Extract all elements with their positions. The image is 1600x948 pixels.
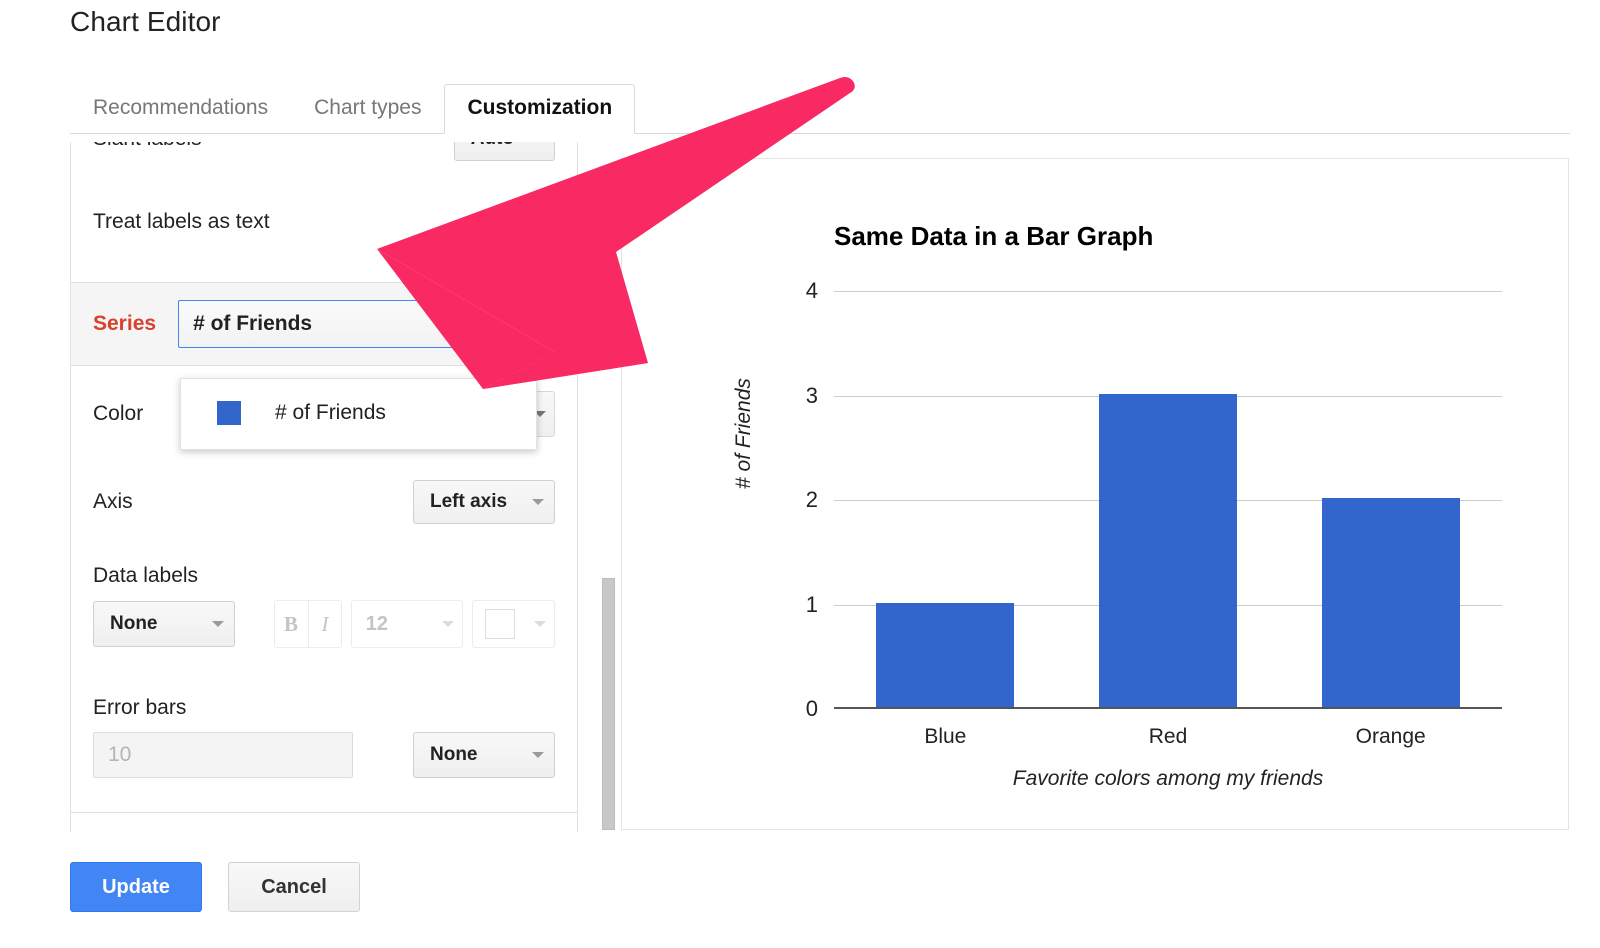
font-size-dropdown[interactable]: 12: [350, 600, 463, 648]
chart-x-tick-label: Blue: [924, 725, 967, 748]
series-option-item[interactable]: # of Friends: [181, 391, 536, 435]
cancel-button[interactable]: Cancel: [228, 862, 360, 912]
chart-bar[interactable]: [1098, 393, 1238, 707]
chevron-down-icon: [532, 752, 544, 758]
data-labels-type-value: None: [110, 613, 158, 634]
chart-title: Same Data in a Bar Graph: [834, 221, 1154, 251]
text-color-swatch: [485, 609, 516, 639]
chart-x-tick-label: Orange: [1355, 725, 1426, 748]
setting-row-slant-labels: Slant labels Auto: [93, 142, 555, 162]
setting-row-axis: Axis Left axis: [93, 462, 555, 542]
error-bars-type-dropdown[interactable]: None: [413, 732, 555, 778]
chart-bar[interactable]: [1321, 498, 1460, 707]
setting-row-series: Series # of Friends: [93, 283, 555, 365]
chart-preview-panel: Same Data in a Bar Graph # of Friends 4 3…: [621, 158, 1569, 830]
check-icon: [526, 205, 551, 230]
chevron-down-icon: [212, 621, 224, 627]
treat-labels-as-text-checkbox[interactable]: [526, 205, 555, 236]
slant-labels-dropdown[interactable]: Auto: [453, 142, 555, 161]
series-option-label: # of Friends: [275, 401, 386, 424]
bold-button[interactable]: B: [274, 601, 309, 647]
tab-bar: Recommendations Chart types Customizatio…: [70, 84, 1570, 134]
chart-plot-area: 4 3 2 1 0 Blue Red Orange: [806, 278, 1502, 748]
chart-y-tick-label: 0: [805, 696, 818, 721]
chart-gridline: [834, 291, 1502, 292]
setting-row-treat-labels-as-text: Treat labels as text: [93, 162, 555, 282]
update-button[interactable]: Update: [70, 862, 202, 912]
settings-scrollbar-thumb[interactable]: [602, 578, 615, 830]
tab-recommendations[interactable]: Recommendations: [70, 84, 291, 134]
setting-block-error-bars: Error bars 10 None: [93, 668, 555, 812]
chevron-down-icon: [532, 499, 544, 505]
axis-settings-card: Slant labels Auto Treat labels as text: [71, 142, 577, 283]
axis-dropdown[interactable]: Left axis: [413, 480, 555, 524]
page-title: Chart Editor: [70, 6, 221, 37]
setting-block-data-labels: Data labels None B I 12: [93, 542, 555, 668]
chart-axis-baseline: [834, 707, 1502, 709]
series-select-input[interactable]: # of Friends: [178, 300, 555, 348]
chevron-down-icon: [441, 621, 454, 627]
error-bars-amount-input[interactable]: 10: [93, 732, 354, 778]
chart-y-axis-label: # of Friends: [732, 378, 755, 489]
chevron-down-icon: [533, 621, 546, 627]
series-label: Series: [93, 312, 157, 335]
data-labels-type-dropdown[interactable]: None: [93, 601, 235, 647]
axis-label: Axis: [93, 490, 133, 513]
font-size-value: 12: [365, 612, 388, 635]
chart-y-tick-label: 2: [805, 487, 818, 512]
chart-x-axis-label: Favorite colors among my friends: [1012, 767, 1324, 790]
tab-chart-types[interactable]: Chart types: [291, 84, 444, 134]
series-color-swatch-icon: [217, 401, 241, 425]
data-labels-toolbar: None B I 12: [93, 600, 555, 648]
chart-bar[interactable]: [876, 602, 1015, 707]
text-style-group: B I: [273, 600, 343, 648]
color-label: Color: [93, 402, 144, 425]
axis-value: Left axis: [430, 491, 508, 512]
slant-labels-value: Auto: [471, 142, 514, 150]
text-color-dropdown[interactable]: [472, 600, 555, 648]
data-labels-label: Data labels: [93, 564, 199, 587]
dialog-footer: Update Cancel: [70, 862, 360, 912]
chart-y-tick-label: 1: [805, 591, 818, 617]
settings-panel: Slant labels Auto Treat labels as text S…: [70, 142, 578, 832]
series-selected-value: # of Friends: [193, 312, 313, 335]
chart-x-tick-label: Red: [1148, 725, 1188, 748]
error-bars-type-value: None: [430, 744, 478, 765]
chart-y-tick-label: 3: [805, 382, 818, 408]
slant-labels-label: Slant labels: [93, 142, 202, 151]
treat-labels-as-text-label: Treat labels as text: [93, 210, 270, 233]
error-bars-label: Error bars: [93, 696, 187, 719]
series-dropdown-popup: # of Friends: [180, 378, 537, 450]
chart-y-tick-label: 4: [805, 278, 818, 303]
series-card: Series # of Friends: [71, 283, 577, 366]
italic-button[interactable]: I: [308, 601, 342, 647]
tab-customization[interactable]: Customization: [444, 84, 636, 134]
